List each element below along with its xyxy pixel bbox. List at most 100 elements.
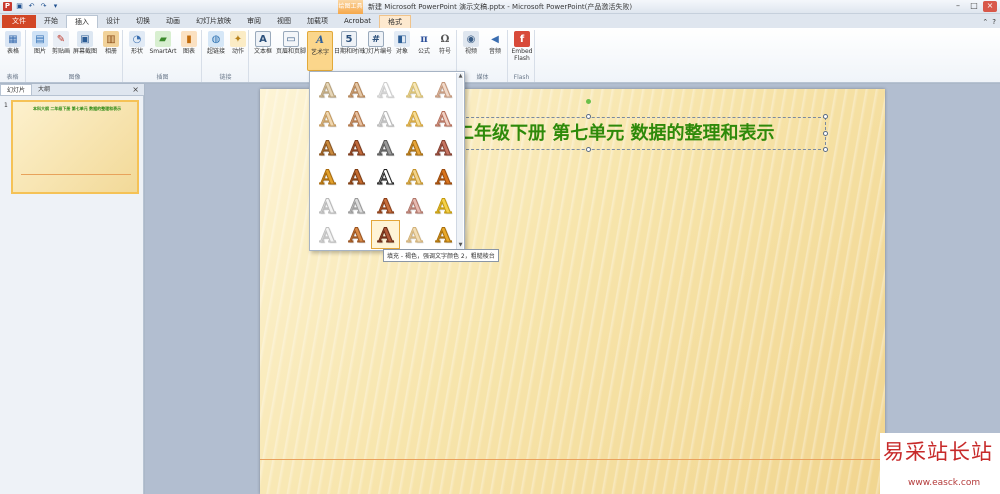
ribbon: ▦ 表格 表格 ▤ 图片 ✎ 剪贴画 ▣ 屏幕截图 ▥ 相册 图像 ◔ 形状 ▰	[0, 28, 1000, 83]
album-button[interactable]: ▥ 相册	[98, 31, 124, 55]
group-flash: f Embed Flash Flash	[509, 30, 535, 82]
tab-addins[interactable]: 加载项	[299, 15, 336, 28]
gallery-scrollbar[interactable]: ▲ ▼	[456, 73, 463, 249]
slide-thumbnail[interactable]: 本科大纲 二年级下册 第七单元 数据的整理和表示	[11, 100, 139, 194]
maximize-icon[interactable]: □	[967, 1, 981, 12]
tab-review[interactable]: 审阅	[239, 15, 269, 28]
smartart-icon: ▰	[155, 31, 171, 47]
wordart-style-option[interactable]: A	[371, 104, 400, 133]
resize-handle[interactable]	[823, 114, 828, 119]
wordart-style-option[interactable]: A	[429, 104, 458, 133]
wordart-style-option[interactable]: A	[400, 133, 429, 162]
table-button[interactable]: ▦ 表格	[0, 31, 26, 55]
drawing-tools-context-label: 绘图工具	[338, 0, 363, 14]
object-icon: ◧	[394, 31, 410, 47]
wordart-style-option[interactable]: A	[342, 220, 371, 249]
powerpoint-logo-icon[interactable]: P	[3, 2, 12, 11]
embed-flash-button[interactable]: f Embed Flash	[509, 31, 535, 62]
slide-editing-area: 二年级下册 第七单元 数据的整理和表示	[145, 84, 1000, 494]
save-icon[interactable]: ▣	[15, 2, 24, 11]
textbox-button[interactable]: A 文本框	[250, 31, 276, 55]
wordart-style-option[interactable]: A	[342, 75, 371, 104]
globe-icon: ◍	[208, 31, 224, 47]
group-links: ◍ 超链接 ✦ 动作 链接	[203, 30, 249, 82]
scroll-down-icon[interactable]: ▼	[457, 242, 464, 249]
tab-insert[interactable]: 插入	[66, 15, 98, 28]
wordart-style-option[interactable]: A	[371, 162, 400, 191]
minimize-icon[interactable]: –	[951, 1, 965, 12]
slide-number: 1	[4, 102, 8, 109]
wordart-style-option[interactable]: A	[313, 191, 342, 220]
help-icon[interactable]: ?	[992, 18, 996, 26]
wordart-style-option[interactable]: A	[371, 133, 400, 162]
wordart-style-option[interactable]: A	[371, 220, 400, 249]
clipart-button[interactable]: ✎ 剪贴画	[48, 31, 74, 55]
wordart-style-option[interactable]: A	[313, 104, 342, 133]
wordart-style-option[interactable]: A	[429, 162, 458, 191]
slide-number-button[interactable]: # 幻灯片编号	[362, 31, 392, 55]
resize-handle[interactable]	[586, 114, 591, 119]
speaker-icon: ◀	[491, 33, 499, 45]
wordart-style-option[interactable]: A	[313, 75, 342, 104]
tab-animations[interactable]: 动画	[158, 15, 188, 28]
resize-handle[interactable]	[823, 131, 828, 136]
action-icon: ✦	[230, 31, 246, 47]
wordart-style-option[interactable]: A	[313, 133, 342, 162]
tab-slideshow[interactable]: 幻灯片放映	[188, 15, 239, 28]
scroll-up-icon[interactable]: ▲	[457, 73, 464, 80]
pane-tabs: 幻灯片 大纲 ×	[0, 84, 144, 96]
ribbon-minimize-icon[interactable]: ⌃	[982, 18, 988, 26]
group-media: ◉ 视频 ◀ 音频 媒体	[458, 30, 508, 82]
wordart-style-option[interactable]: A	[342, 133, 371, 162]
customize-qat-icon[interactable]: ▾	[51, 2, 60, 11]
resize-handle[interactable]	[823, 147, 828, 152]
redo-icon[interactable]: ↷	[39, 2, 48, 11]
wordart-style-option[interactable]: A	[400, 220, 429, 249]
tab-home[interactable]: 开始	[36, 15, 66, 28]
wordart-style-option[interactable]: A	[342, 191, 371, 220]
shapes-button[interactable]: ◔ 形状	[124, 31, 150, 55]
chart-button[interactable]: ▮ 图表	[176, 31, 202, 55]
video-button[interactable]: ◉ 视频	[458, 31, 484, 55]
tab-acrobat[interactable]: Acrobat	[336, 15, 379, 28]
wordart-style-option[interactable]: A	[313, 162, 342, 191]
resize-handle[interactable]	[586, 147, 591, 152]
tab-outline[interactable]: 大纲	[32, 84, 56, 95]
wordart-style-option[interactable]: A	[371, 75, 400, 104]
wordart-style-option[interactable]: A	[342, 162, 371, 191]
tab-slides[interactable]: 幻灯片	[0, 84, 33, 95]
smartart-button[interactable]: ▰ SmartArt	[148, 31, 178, 55]
wordart-style-option[interactable]: A	[313, 220, 342, 249]
wordart-style-option[interactable]: A	[429, 133, 458, 162]
wordart-style-option[interactable]: A	[371, 191, 400, 220]
wordart-style-option[interactable]: A	[400, 104, 429, 133]
wordart-tooltip: 填充 - 褐色，强调文字颜色 2，粗糙棱台	[383, 249, 499, 262]
audio-button[interactable]: ◀ 音频	[482, 31, 508, 56]
tab-design[interactable]: 设计	[98, 15, 128, 28]
wordart-style-option[interactable]: A	[429, 75, 458, 104]
thumbnail-title: 本科大纲 二年级下册 第七单元 数据的整理和表示	[33, 106, 122, 111]
rotate-handle-icon[interactable]	[586, 99, 591, 104]
tab-view[interactable]: 视图	[269, 15, 299, 28]
wordart-style-option[interactable]: A	[400, 75, 429, 104]
wordart-style-option[interactable]: A	[342, 104, 371, 133]
wordart-style-option[interactable]: A	[429, 191, 458, 220]
tab-file[interactable]: 文件	[2, 15, 36, 28]
wordart-style-option[interactable]: A	[429, 220, 458, 249]
undo-icon[interactable]: ↶	[27, 2, 36, 11]
tab-transitions[interactable]: 切换	[128, 15, 158, 28]
header-footer-button[interactable]: ▭ 页眉和页脚	[276, 31, 306, 55]
datetime-button[interactable]: 5 日期和时间	[334, 31, 364, 55]
wordart-button[interactable]: A 艺术字	[307, 31, 333, 71]
pane-close-icon[interactable]: ×	[132, 84, 144, 95]
screenshot-button[interactable]: ▣ 屏幕截图	[72, 31, 98, 55]
tab-format[interactable]: 格式	[379, 15, 411, 28]
title-selection-box[interactable]	[456, 117, 826, 150]
wordart-style-option[interactable]: A	[400, 162, 429, 191]
slide-footer-line	[260, 459, 885, 460]
action-button[interactable]: ✦ 动作	[225, 31, 251, 55]
close-icon[interactable]: ×	[983, 1, 997, 12]
table-icon: ▦	[5, 31, 21, 47]
symbol-button[interactable]: Ω 符号	[432, 31, 458, 56]
wordart-style-option[interactable]: A	[400, 191, 429, 220]
